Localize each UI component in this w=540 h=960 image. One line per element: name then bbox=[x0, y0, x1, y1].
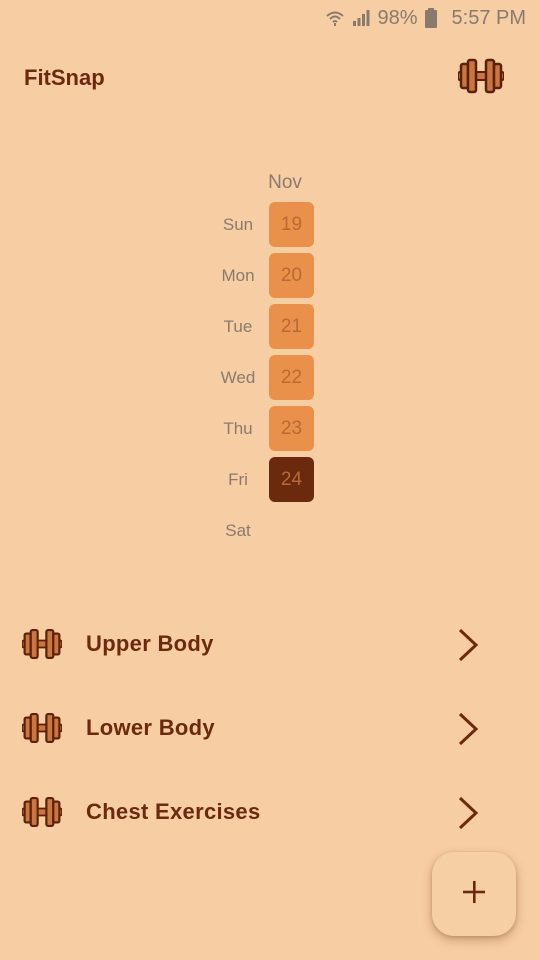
day-row-mon: Mon 20 bbox=[0, 253, 540, 299]
day-row-tue: Tue 21 bbox=[0, 304, 540, 350]
screen: 98% 5:57 PM FitSnap Nov Sun 19 Mon 20 Tu… bbox=[0, 0, 540, 960]
day-name: Thu bbox=[223, 419, 253, 438]
month-label: Nov bbox=[268, 172, 302, 193]
signal-icon bbox=[351, 8, 371, 28]
day-cell[interactable]: 20 bbox=[269, 253, 314, 298]
dumbbell-icon bbox=[22, 708, 62, 748]
day-cell[interactable]: 21 bbox=[269, 304, 314, 349]
chevron-right-icon bbox=[454, 796, 482, 830]
app-bar: FitSnap bbox=[0, 50, 540, 106]
chevron-right-icon bbox=[454, 712, 482, 746]
list-item-upper-body[interactable]: Upper Body bbox=[0, 602, 540, 686]
battery-icon bbox=[424, 7, 438, 29]
list-item-chest-exercises[interactable]: Chest Exercises bbox=[0, 770, 540, 854]
add-workout-button[interactable] bbox=[432, 852, 516, 936]
dumbbell-icon[interactable] bbox=[457, 58, 505, 99]
clock: 5:57 PM bbox=[451, 6, 526, 29]
dumbbell-icon bbox=[22, 792, 62, 832]
day-name: Fri bbox=[228, 470, 248, 489]
plus-icon bbox=[461, 879, 487, 910]
chevron-right-icon bbox=[454, 628, 482, 662]
battery-percent: 98% bbox=[377, 6, 418, 29]
day-name: Sun bbox=[222, 215, 254, 234]
list-item-label: Upper Body bbox=[86, 631, 214, 656]
status-bar: 98% 5:57 PM bbox=[0, 0, 540, 36]
list-item-label: Chest Exercises bbox=[86, 799, 261, 824]
day-row-sat: Sat bbox=[0, 508, 540, 554]
day-cell[interactable]: 23 bbox=[269, 406, 314, 451]
day-cell[interactable]: 19 bbox=[269, 202, 314, 247]
day-row-thu: Thu 23 bbox=[0, 406, 540, 452]
day-name: Tue bbox=[223, 317, 253, 336]
day-name: Mon bbox=[221, 266, 255, 285]
wifi-icon bbox=[325, 8, 345, 28]
day-row-fri: Fri 24 bbox=[0, 457, 540, 503]
list-item-label: Lower Body bbox=[86, 715, 215, 740]
list-item-lower-body[interactable]: Lower Body bbox=[0, 686, 540, 770]
day-row-sun: Sun 19 bbox=[0, 202, 540, 248]
day-cell[interactable]: 22 bbox=[269, 355, 314, 400]
day-row-wed: Wed 22 bbox=[0, 355, 540, 401]
day-cell-selected[interactable]: 24 bbox=[269, 457, 314, 502]
app-title: FitSnap bbox=[24, 65, 105, 90]
day-name: Sat bbox=[225, 521, 251, 540]
day-name: Wed bbox=[220, 368, 256, 387]
dumbbell-icon bbox=[22, 624, 62, 664]
